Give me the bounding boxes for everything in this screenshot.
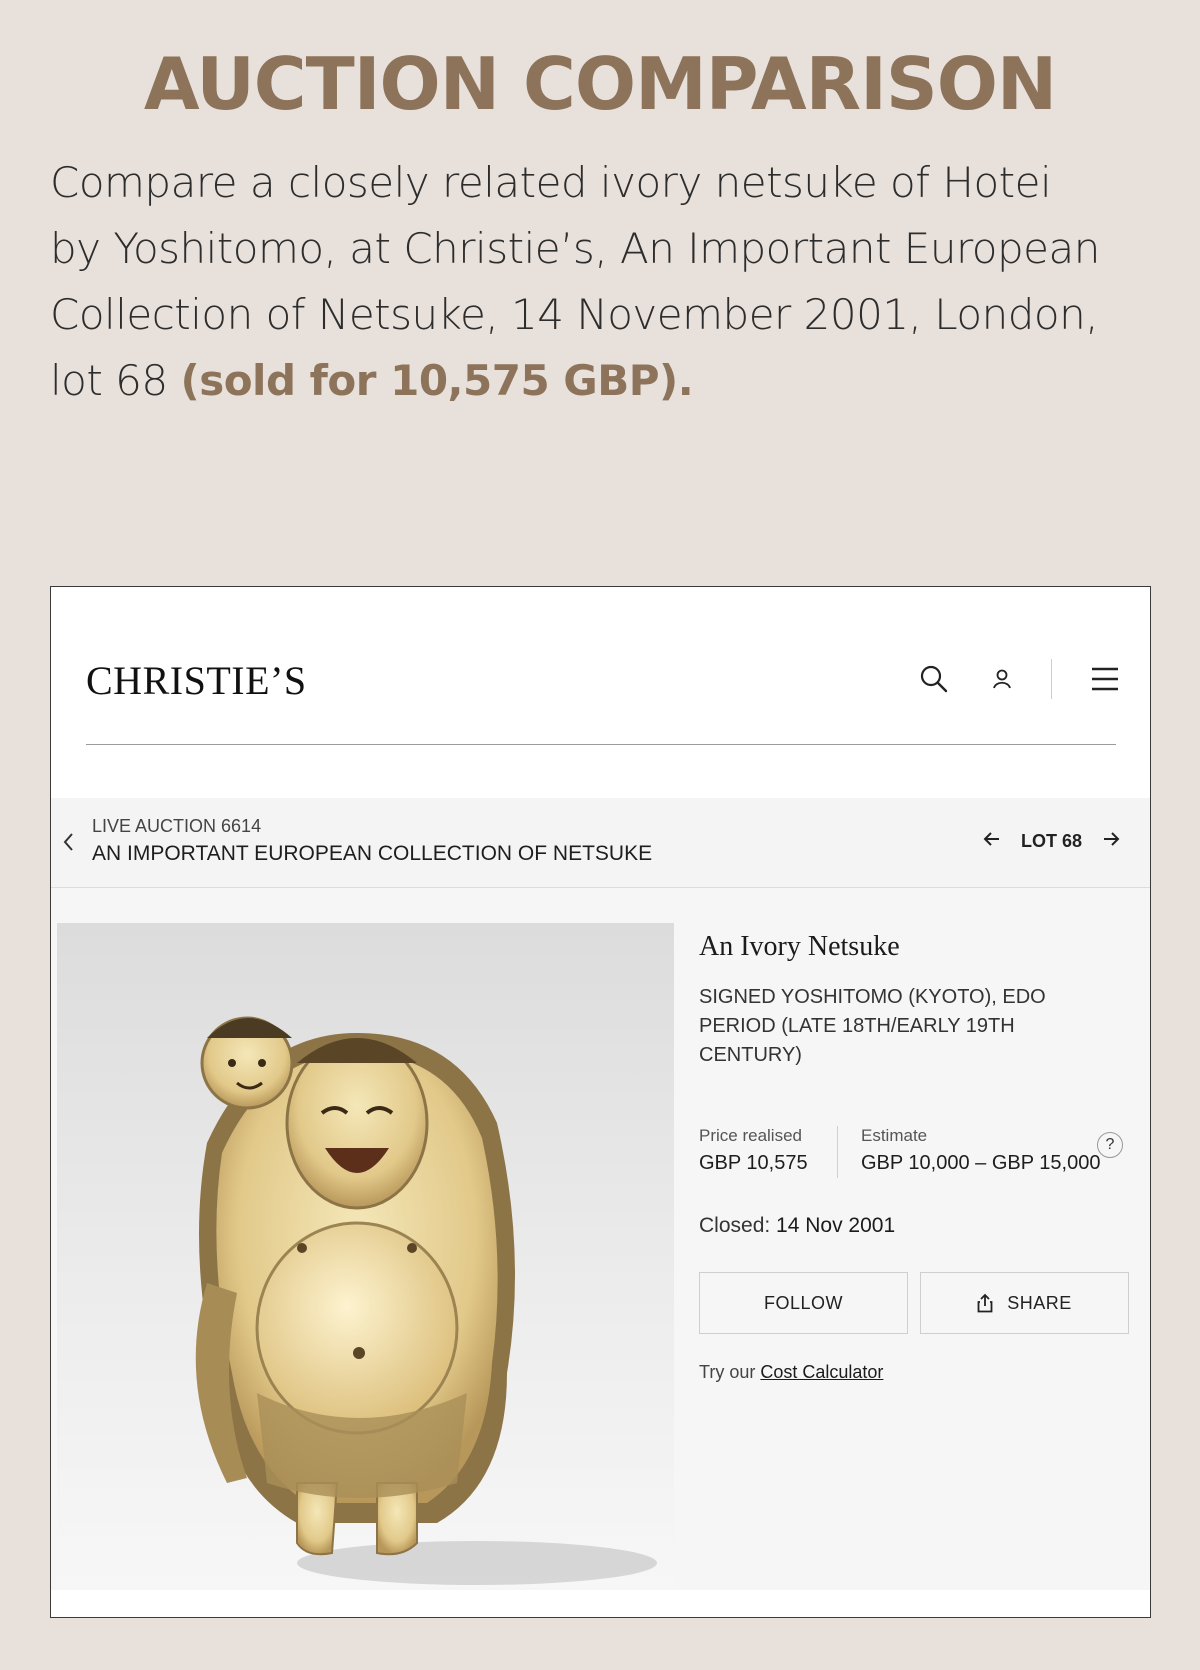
lot-number: LOT 68 [1020,830,1082,851]
menu-icon[interactable] [1090,664,1120,694]
arrow-right-icon[interactable] [1102,830,1120,852]
lot-subtitle: SIGNED YOSHITOMO (KYOTO), EDO PERIOD (LA… [699,986,1046,1066]
calc-prefix: Try our [699,1362,756,1382]
chevron-left-icon[interactable] [61,830,75,858]
action-buttons: FOLLOW SHARE [699,1272,1129,1334]
header-icons [881,659,1120,699]
follow-label: FOLLOW [763,1292,843,1313]
closed-value: 14 Nov 2001 [776,1214,896,1237]
cost-calculator-line: Try our Cost Calculator [699,1362,1129,1383]
intro-line: lot 68 [50,356,168,405]
auction-code: LIVE AUCTION 6614 [92,816,262,836]
arrow-left-icon[interactable] [983,830,1001,852]
christies-screenshot: CHRISTIE’S LIVE AUCTION 6614 AN IMPORTAN… [50,586,1151,1618]
price-realised-label: Price realised [699,1126,802,1145]
christies-logo[interactable]: CHRISTIE’S [86,657,307,704]
intro-line: by Yoshitomo, at Christie’s, An Importan… [50,224,1100,273]
price-realised-value: GBP 10,575 [699,1152,808,1174]
price-realised: Price realised GBP 10,575 [699,1126,808,1175]
header-rule [86,744,1116,745]
user-icon[interactable] [987,664,1017,694]
lot-details: An Ivory Netsuke SIGNED YOSHITOMO (KYOTO… [699,923,1129,1383]
lot-navigation: LOT 68 [983,830,1120,852]
intro-line: Collection of Netsuke, 14 November 2001,… [50,290,1099,339]
auction-bar: LIVE AUCTION 6614 AN IMPORTANT EUROPEAN … [51,798,1150,888]
lot-title: An Ivory Netsuke [699,931,900,962]
closed-label: Closed: [699,1214,771,1237]
estimate-label: Estimate [861,1126,928,1145]
lot-content: An Ivory Netsuke SIGNED YOSHITOMO (KYOTO… [51,888,1150,1590]
auction-title[interactable]: AN IMPORTANT EUROPEAN COLLECTION OF NETS… [92,842,652,866]
lot-image[interactable] [57,923,674,1587]
intro-paragraph: Compare a closely related ivory netsuke … [50,150,1150,414]
share-label: SHARE [1007,1292,1072,1313]
intro-line-last: lot 68 (sold for 10,575 GBP). [50,348,1150,414]
header-divider [1051,659,1052,699]
cost-calculator-link[interactable]: Cost Calculator [760,1362,883,1382]
sold-price-text: (sold for 10,575 GBP). [180,356,694,405]
estimate: Estimate GBP 10,000 – GBP 15,000 [861,1126,1100,1175]
share-icon [977,1293,993,1313]
price-divider [837,1126,838,1178]
search-icon[interactable] [919,664,949,694]
page-heading: AUCTION COMPARISON [143,42,1057,126]
follow-button[interactable]: FOLLOW [699,1272,908,1334]
share-button[interactable]: SHARE [920,1272,1129,1334]
intro-line: Compare a closely related ivory netsuke … [50,158,1052,207]
closed-date: Closed: 14 Nov 2001 [699,1214,1129,1238]
price-block: Price realised GBP 10,575 Estimate GBP 1… [699,1126,1129,1178]
estimate-value: GBP 10,000 – GBP 15,000 [861,1152,1101,1174]
help-icon[interactable]: ? [1097,1132,1123,1158]
